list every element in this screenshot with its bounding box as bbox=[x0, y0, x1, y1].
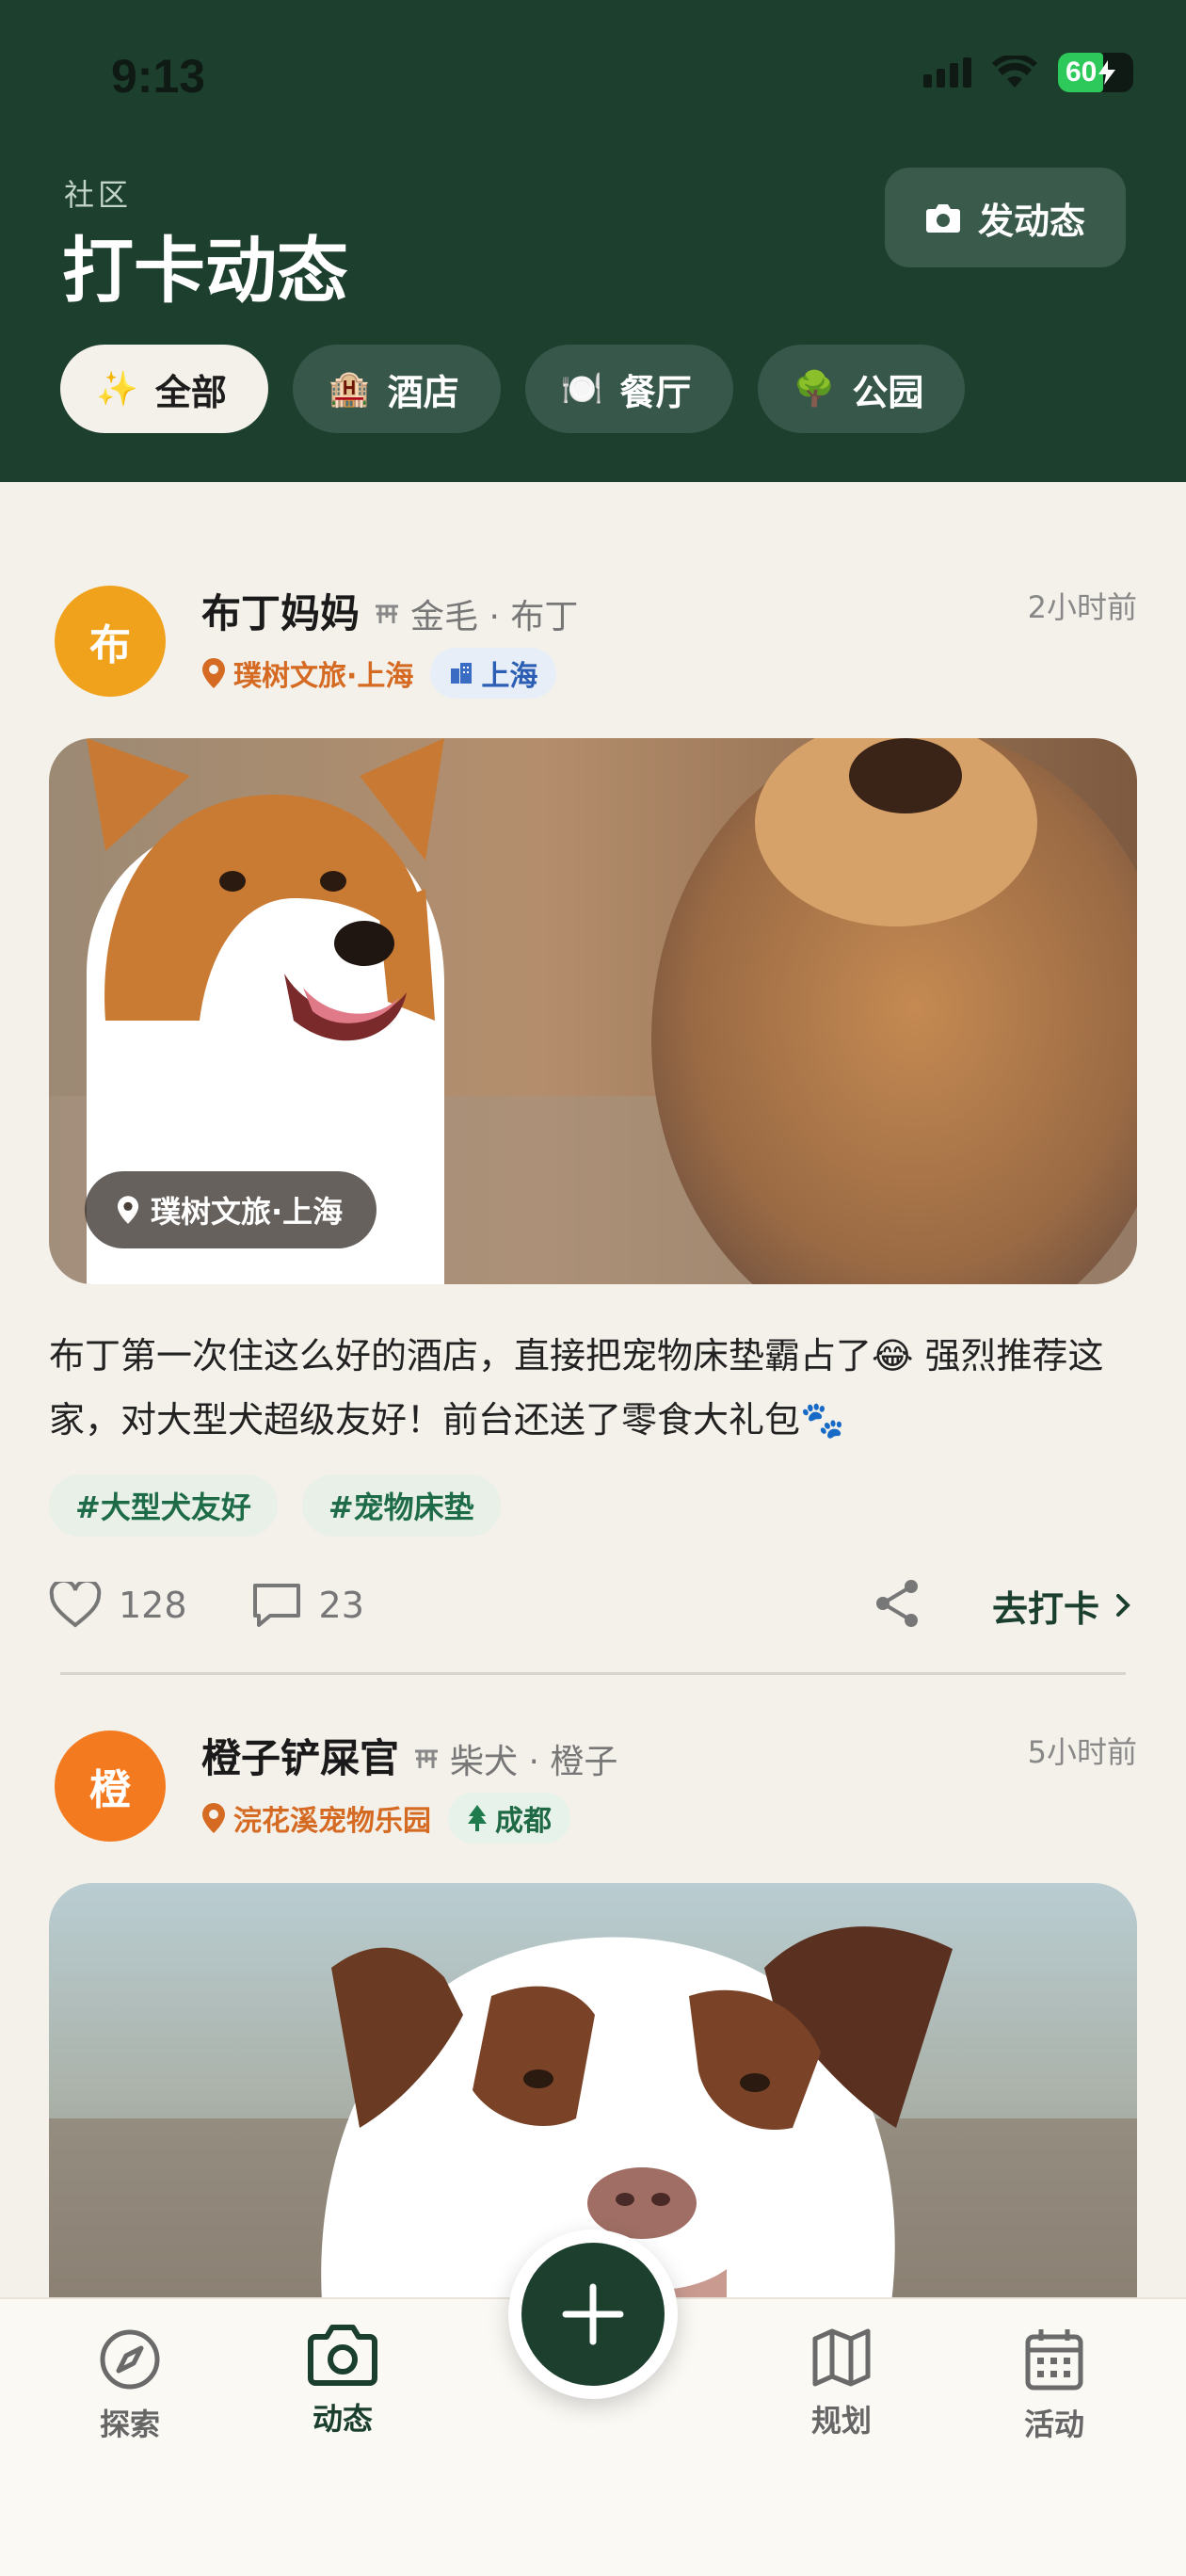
nav-plan[interactable]: 规划 bbox=[757, 2327, 926, 2440]
nav-label: 活动 bbox=[1023, 2407, 1084, 2442]
camera-icon bbox=[308, 2325, 377, 2386]
paw-tag-icon bbox=[415, 1749, 439, 1768]
post-author: 橙子铲屎官 柴犬 · 橙子 bbox=[201, 1727, 617, 1784]
charging-bolt-icon bbox=[1098, 60, 1116, 85]
nav-explore[interactable]: 探索 bbox=[45, 2327, 215, 2444]
nav-events[interactable]: 活动 bbox=[970, 2327, 1139, 2444]
calendar-icon bbox=[1025, 2329, 1083, 2391]
nav-moments[interactable]: 动态 bbox=[258, 2324, 427, 2439]
pet-name: 柴犬 · 橙子 bbox=[450, 1743, 618, 1781]
author-name[interactable]: 橙子铲屎官 bbox=[201, 1727, 399, 1784]
fab-inner bbox=[521, 2243, 665, 2386]
feed-post: 橙 橙子铲屎官 柴犬 · 橙子 5小时前 浣花溪宠物乐园 成都 bbox=[0, 0, 1186, 2373]
nav-label: 动态 bbox=[312, 2401, 373, 2437]
post-location-row: 浣花溪宠物乐园 成都 bbox=[201, 1793, 570, 1843]
pet-info: 柴犬 · 橙子 bbox=[412, 1734, 617, 1783]
city-badge: 成都 bbox=[448, 1793, 570, 1843]
map-icon bbox=[812, 2328, 871, 2387]
location-link[interactable]: 浣花溪宠物乐园 bbox=[201, 1797, 431, 1839]
nav-label: 探索 bbox=[99, 2407, 160, 2442]
create-post-fab[interactable] bbox=[508, 2230, 678, 2399]
city-name: 成都 bbox=[495, 1805, 552, 1838]
nav-label: 规划 bbox=[810, 2403, 872, 2439]
battery-level: 60 bbox=[1066, 56, 1098, 88]
tree-icon bbox=[468, 1805, 487, 1831]
pin-icon bbox=[202, 1803, 225, 1833]
plus-icon bbox=[562, 2283, 624, 2345]
location-name: 浣花溪宠物乐园 bbox=[233, 1805, 431, 1838]
avatar[interactable]: 橙 bbox=[55, 1731, 166, 1842]
compass-icon bbox=[100, 2329, 160, 2390]
avatar-initial: 橙 bbox=[89, 1766, 131, 1814]
post-time: 5小时前 bbox=[1027, 1734, 1137, 1770]
